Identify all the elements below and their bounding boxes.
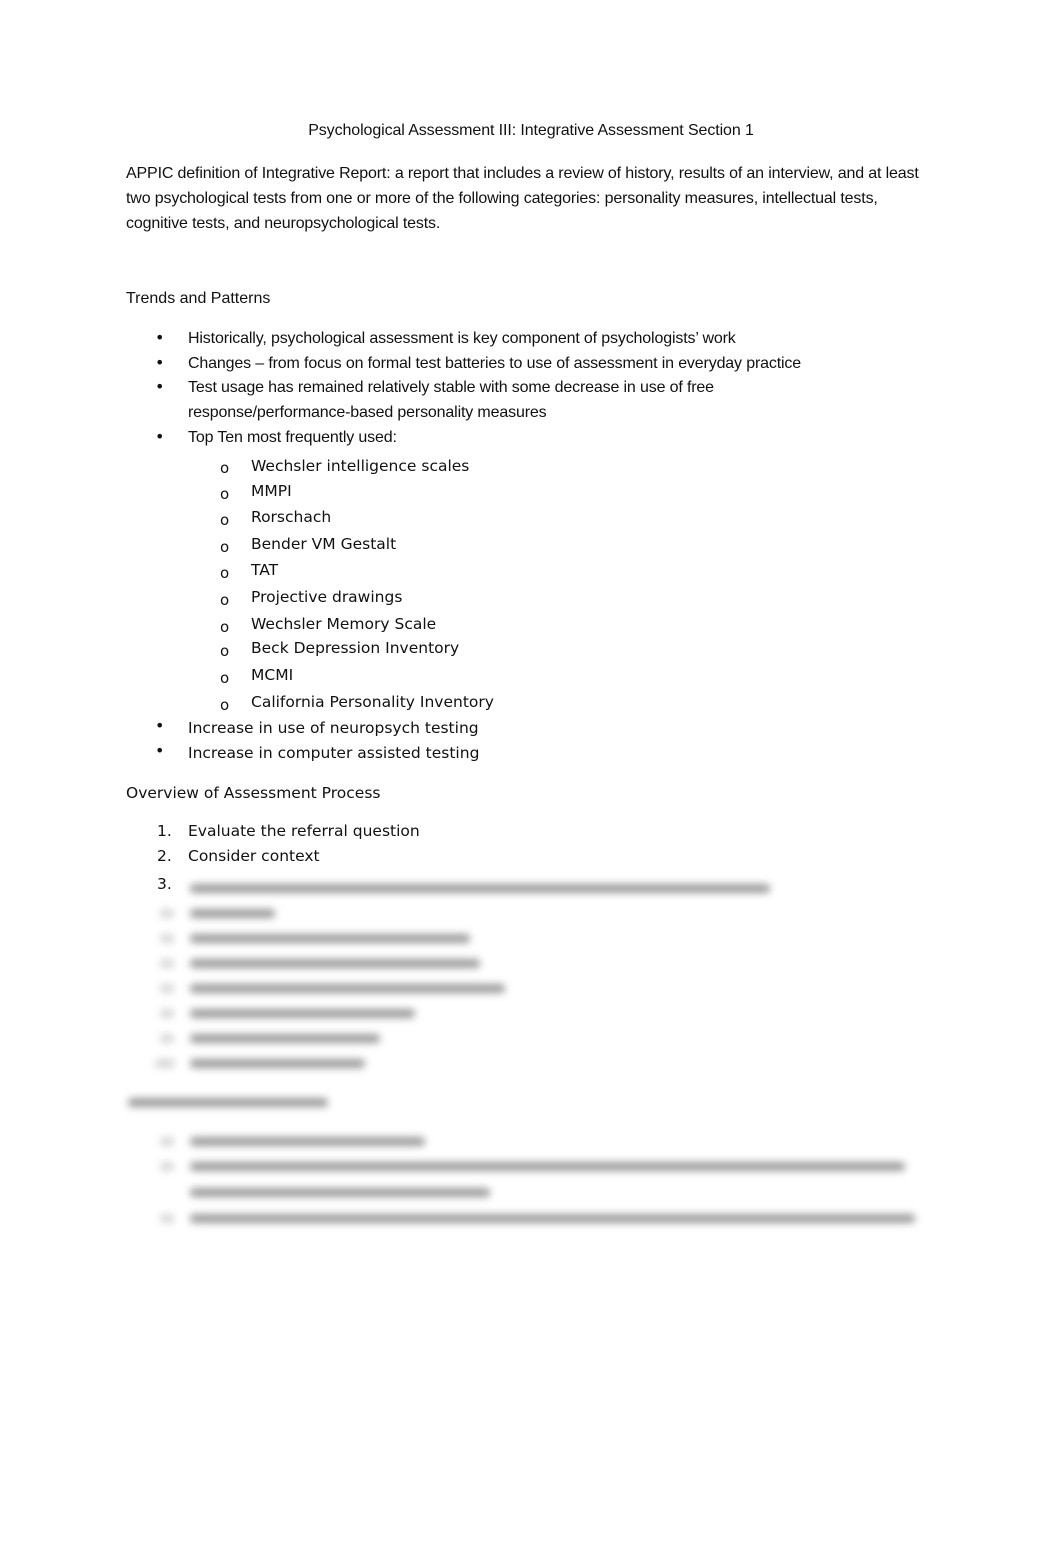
sub-list-item: Wechsler Memory Scale <box>251 615 437 633</box>
sub-bullet-icon: o <box>220 669 230 687</box>
intro-paragraph: APPIC definition of Integrative Report: … <box>126 165 919 232</box>
list-number: 1. <box>157 822 172 840</box>
sub-list-item: California Personality Inventory <box>251 693 494 711</box>
sub-list-item: Wechsler intelligence scales <box>251 457 470 475</box>
list-item: Increase in use of neuropsych testing <box>188 719 479 737</box>
sub-bullet-icon: o <box>220 538 230 556</box>
trends-heading: Trends and Patterns <box>126 290 271 307</box>
list-item-continuation: response/performance-based personality m… <box>188 404 547 421</box>
list-number: 3. <box>157 875 172 893</box>
bullet-icon: • <box>155 353 165 372</box>
document-page: Psychological Assessment III: Integrativ… <box>0 0 1062 1556</box>
sub-bullet-icon: o <box>220 618 230 636</box>
list-item: Increase in computer assisted testing <box>188 744 480 762</box>
list-number: 2. <box>157 847 172 865</box>
sub-list-item: TAT <box>251 561 279 579</box>
list-item: Test usage has remained relatively stabl… <box>188 379 714 396</box>
bullet-icon: • <box>155 741 165 760</box>
sub-bullet-icon: o <box>220 591 230 609</box>
sub-list-item: MMPI <box>251 482 292 500</box>
sub-bullet-icon: o <box>220 459 230 477</box>
sub-bullet-icon: o <box>220 485 230 503</box>
sub-list-item: Beck Depression Inventory <box>251 639 460 657</box>
bullet-icon: • <box>155 427 165 446</box>
sub-list-item: Rorschach <box>251 508 332 526</box>
sub-bullet-icon: o <box>220 564 230 582</box>
numbered-item: Consider context <box>188 847 320 865</box>
sub-bullet-icon: o <box>220 511 230 529</box>
bullet-icon: • <box>155 716 165 735</box>
document-title: Psychological Assessment III: Integrativ… <box>308 122 754 139</box>
list-item: Top Ten most frequently used: <box>188 429 397 446</box>
sub-bullet-icon: o <box>220 696 230 714</box>
list-item: Changes – from focus on formal test batt… <box>188 355 802 372</box>
sub-list-item: MCMI <box>251 666 294 684</box>
bullet-icon: • <box>155 377 165 396</box>
overview-heading: Overview of Assessment Process <box>126 784 381 802</box>
sub-list-item: Projective drawings <box>251 588 403 606</box>
sub-list-item: Bender VM Gestalt <box>251 535 397 553</box>
bullet-icon: • <box>155 328 165 347</box>
numbered-item: Evaluate the referral question <box>188 822 420 840</box>
list-item: Historically, psychological assessment i… <box>188 330 736 347</box>
sub-bullet-icon: o <box>220 642 230 660</box>
